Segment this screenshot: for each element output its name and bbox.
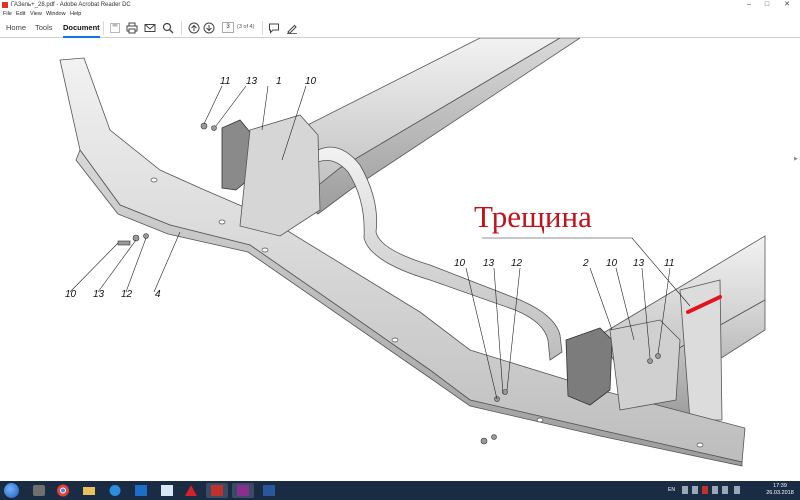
search-icon[interactable] [162, 22, 174, 34]
vertical-scrollbar[interactable]: ▶ [792, 38, 800, 481]
menu-help[interactable]: Help [70, 10, 81, 18]
taskbar-explorer-icon[interactable] [28, 483, 50, 498]
menu-bar: File Edit View Window Help [0, 10, 800, 18]
right-bracket [565, 327, 613, 406]
document-view: 11 13 1 10 10 13 12 4 10 13 12 2 10 13 1… [0, 38, 792, 481]
clock-time: 17:39 [773, 483, 787, 489]
tab-document[interactable]: Document [63, 18, 100, 38]
right-mount-plate [609, 319, 681, 411]
tab-home[interactable]: Home [6, 18, 26, 38]
email-icon[interactable] [144, 22, 156, 34]
language-indicator[interactable]: EN [668, 487, 675, 493]
comment-icon[interactable] [268, 22, 280, 34]
callout-number: 13 [246, 76, 258, 87]
toolbar-divider [181, 21, 182, 35]
callout-number: 13 [483, 258, 495, 269]
page-down-icon[interactable] [203, 22, 215, 34]
taskbar-acrobat-icon[interactable] [180, 483, 202, 498]
save-icon[interactable] [109, 22, 121, 34]
toolbar-divider [262, 21, 263, 35]
callout-number: 10 [606, 258, 618, 269]
acrobat-app-icon [2, 2, 8, 8]
clock-date: 26.03.2018 [766, 490, 794, 496]
menu-file[interactable]: File [3, 10, 12, 18]
menu-view[interactable]: View [30, 10, 42, 18]
crack-label: Трещина [474, 199, 592, 234]
tray-icon[interactable] [682, 486, 688, 494]
volume-icon[interactable] [722, 486, 728, 494]
menu-edit[interactable]: Edit [16, 10, 25, 18]
network-icon[interactable] [712, 486, 718, 494]
minimize-button[interactable]: – [742, 0, 756, 10]
taskbar-chrome-icon[interactable] [52, 483, 74, 498]
acrobat-window: ГАЗель+_28.pdf - Adobe Acrobat Reader DC… [0, 0, 800, 500]
page-number-input[interactable]: 3 [222, 22, 234, 33]
callout-number: 10 [454, 258, 466, 269]
window-title: ГАЗель+_28.pdf - Adobe Acrobat Reader DC [11, 2, 131, 8]
callout-number: 11 [664, 258, 674, 269]
taskbar-folder-icon[interactable] [78, 483, 100, 498]
callout-number: 13 [93, 289, 105, 300]
callout-number: 10 [65, 289, 77, 300]
callout-number: 1 [276, 76, 282, 87]
page-up-icon[interactable] [188, 22, 200, 34]
scroll-right-icon[interactable]: ▶ [794, 156, 798, 162]
toolbar-divider [103, 21, 104, 35]
taskbar-excel-icon[interactable] [156, 483, 178, 498]
battery-icon[interactable] [734, 486, 740, 494]
callout-number: 12 [511, 258, 523, 269]
taskbar-word-doc-icon[interactable] [258, 483, 280, 498]
callout-number: 12 [121, 289, 133, 300]
callout-number: 11 [220, 76, 230, 87]
taskbar-outlook-icon[interactable] [130, 483, 152, 498]
callout-number: 2 [582, 258, 589, 269]
start-button[interactable] [4, 483, 19, 498]
tray-icon[interactable] [692, 486, 698, 494]
callout-number: 13 [633, 258, 645, 269]
sign-icon[interactable] [286, 22, 298, 34]
tab-tools[interactable]: Tools [35, 18, 53, 38]
callout-number: 4 [155, 289, 161, 300]
toolbar: Home Tools Document 3 (3 of 4) [0, 18, 800, 38]
taskbar: EN 17:39 26.03.2018 [0, 481, 800, 500]
taskbar-paint-icon[interactable] [206, 483, 228, 498]
taskbar-ie-icon[interactable] [104, 483, 126, 498]
clock[interactable]: 17:39 26.03.2018 [762, 483, 798, 497]
close-button[interactable]: ✕ [780, 0, 794, 10]
page-count: (3 of 4) [237, 24, 255, 30]
title-bar: ГАЗель+_28.pdf - Adobe Acrobat Reader DC… [0, 0, 800, 10]
frame-drawing: 11 13 1 10 10 13 12 4 10 13 12 2 10 13 1… [59, 38, 766, 467]
print-icon[interactable] [126, 22, 138, 34]
menu-window[interactable]: Window [46, 10, 66, 18]
taskbar-word-icon[interactable] [232, 483, 254, 498]
maximize-button[interactable]: □ [760, 0, 774, 10]
left-mount-plate [239, 114, 321, 237]
tray-icon[interactable] [702, 486, 708, 494]
callout-number: 10 [305, 76, 317, 87]
